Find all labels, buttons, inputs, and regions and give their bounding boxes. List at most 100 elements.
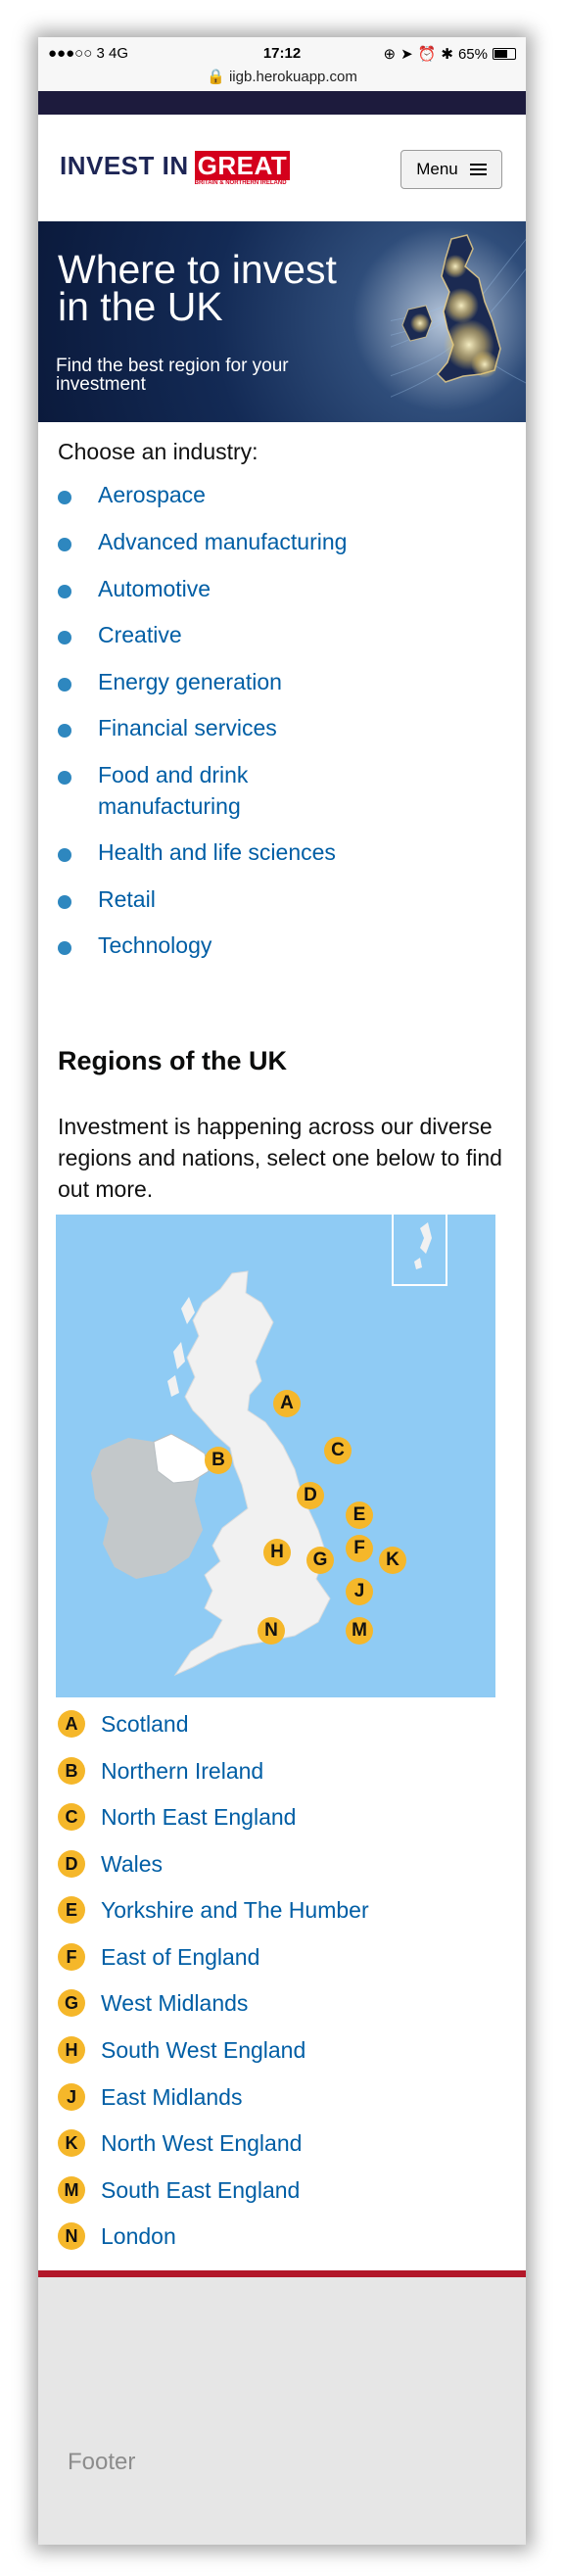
- map-marker-h[interactable]: H: [263, 1539, 291, 1566]
- bullet-icon: [58, 941, 71, 955]
- industry-item-creative[interactable]: Creative: [58, 619, 392, 650]
- bullet-icon: [58, 585, 71, 598]
- region-item-northern-ireland[interactable]: B Northern Ireland: [58, 1757, 263, 1785]
- lock-icon: 🔒: [207, 69, 225, 85]
- uk-regions-map: A B C D E F G H J K M N: [56, 1215, 495, 1697]
- map-marker-b[interactable]: B: [205, 1447, 232, 1474]
- status-bar: ●●●○○ 3 4G 17:12 ⊕ ➤ ⏰ ✱ 65% 🔒 iigb.hero…: [38, 37, 526, 91]
- region-item-london[interactable]: N London: [58, 2222, 176, 2250]
- regions-intro: Investment is happening across our diver…: [58, 1114, 502, 1202]
- hamburger-icon: [469, 163, 487, 176]
- site-footer: Footer: [38, 2277, 526, 2545]
- region-item-north-east-england[interactable]: C North East England: [58, 1803, 296, 1831]
- hero-title: Where to invest in the UK: [58, 250, 337, 327]
- region-letter-badge: E: [58, 1896, 85, 1924]
- footer-divider: [38, 2270, 526, 2277]
- region-link[interactable]: East Midlands: [101, 2084, 242, 2111]
- region-letter-badge: D: [58, 1850, 85, 1878]
- region-item-scotland[interactable]: A Scotland: [58, 1710, 189, 1738]
- region-link[interactable]: Yorkshire and The Humber: [101, 1897, 369, 1924]
- alarm-icon: ⏰: [417, 46, 437, 63]
- bullet-icon: [58, 538, 71, 551]
- region-item-north-west-england[interactable]: K North West England: [58, 2129, 302, 2157]
- industry-item-food-and-drink[interactable]: Food and drink manufacturing: [58, 759, 274, 822]
- industry-link[interactable]: Creative: [98, 619, 392, 650]
- region-link[interactable]: South East England: [101, 2177, 300, 2204]
- bullet-icon: [58, 631, 71, 644]
- rotation-lock-icon: ⊕: [383, 46, 397, 63]
- region-link[interactable]: East of England: [101, 1944, 259, 1971]
- region-item-south-east-england[interactable]: M South East England: [58, 2176, 300, 2204]
- map-marker-n[interactable]: N: [258, 1617, 285, 1645]
- industry-item-aerospace[interactable]: Aerospace: [58, 479, 392, 510]
- region-letter-badge: A: [58, 1710, 85, 1738]
- battery-icon: [493, 48, 516, 60]
- industry-link[interactable]: Aerospace: [98, 479, 392, 510]
- region-letter-badge: F: [58, 1943, 85, 1971]
- map-marker-f[interactable]: F: [346, 1535, 373, 1562]
- status-icons: ⊕ ➤ ⏰ ✱ 65%: [384, 45, 516, 63]
- industry-item-financial-services[interactable]: Financial services: [58, 712, 392, 743]
- industry-link[interactable]: Advanced manufacturing: [98, 526, 392, 557]
- map-marker-k[interactable]: K: [379, 1547, 406, 1574]
- region-link[interactable]: London: [101, 2223, 176, 2250]
- region-item-yorkshire-humber[interactable]: E Yorkshire and The Humber: [58, 1896, 369, 1924]
- hero-subtitle: Find the best region for your investment: [56, 356, 289, 395]
- map-marker-d[interactable]: D: [297, 1482, 324, 1509]
- region-link[interactable]: West Midlands: [101, 1990, 248, 2017]
- bullet-icon: [58, 895, 71, 909]
- hero-banner: Where to invest in the UK Find the best …: [38, 221, 526, 422]
- footer-label: Footer: [68, 2449, 136, 2475]
- region-letter-badge: J: [58, 2083, 85, 2111]
- region-link[interactable]: South West England: [101, 2037, 306, 2064]
- region-letter-badge: M: [58, 2176, 85, 2204]
- map-marker-e[interactable]: E: [346, 1502, 373, 1529]
- address-bar[interactable]: 🔒 iigb.herokuapp.com: [38, 68, 526, 85]
- battery-percent: 65%: [457, 45, 488, 63]
- region-letter-badge: B: [58, 1757, 85, 1785]
- industry-item-health-life-sciences[interactable]: Health and life sciences: [58, 836, 392, 868]
- site-header: INVEST IN GREAT BRITAIN & NORTHERN IRELA…: [38, 115, 526, 222]
- regions-heading: Regions of the UK: [58, 1046, 287, 1075]
- logo-invest-text: INVEST IN: [60, 151, 189, 180]
- industry-link[interactable]: Health and life sciences: [98, 836, 392, 868]
- map-marker-j[interactable]: J: [346, 1578, 373, 1605]
- map-marker-a[interactable]: A: [273, 1390, 301, 1417]
- region-link[interactable]: Scotland: [101, 1711, 189, 1738]
- region-letter-badge: G: [58, 1989, 85, 2017]
- industry-item-retail[interactable]: Retail: [58, 883, 392, 915]
- bullet-icon: [58, 678, 71, 692]
- region-item-east-of-england[interactable]: F East of England: [58, 1943, 259, 1971]
- industry-link[interactable]: Automotive: [98, 573, 392, 604]
- menu-button[interactable]: Menu: [400, 150, 502, 189]
- industry-item-technology[interactable]: Technology: [58, 930, 392, 961]
- industry-link[interactable]: Financial services: [98, 712, 392, 743]
- map-marker-m[interactable]: M: [346, 1617, 373, 1645]
- industry-link[interactable]: Energy generation: [98, 666, 392, 697]
- bullet-icon: [58, 771, 71, 785]
- bullet-icon: [58, 724, 71, 738]
- region-link[interactable]: North East England: [101, 1804, 296, 1831]
- phone-frame: ●●●○○ 3 4G 17:12 ⊕ ➤ ⏰ ✱ 65% 🔒 iigb.hero…: [38, 37, 526, 2545]
- industry-item-advanced-manufacturing[interactable]: Advanced manufacturing: [58, 526, 392, 557]
- region-link[interactable]: North West England: [101, 2130, 302, 2157]
- industry-item-energy-generation[interactable]: Energy generation: [58, 666, 392, 697]
- region-item-wales[interactable]: D Wales: [58, 1850, 163, 1878]
- region-letter-badge: H: [58, 2036, 85, 2064]
- industry-link[interactable]: Technology: [98, 930, 392, 961]
- invest-in-great-logo[interactable]: INVEST IN GREAT BRITAIN & NORTHERN IRELA…: [60, 151, 291, 186]
- region-letter-badge: C: [58, 1803, 85, 1831]
- region-link[interactable]: Northern Ireland: [101, 1758, 263, 1785]
- industry-link[interactable]: Retail: [98, 883, 392, 915]
- location-icon: ➤: [400, 46, 413, 63]
- region-item-east-midlands[interactable]: J East Midlands: [58, 2083, 242, 2111]
- industry-link[interactable]: Food and drink manufacturing: [98, 759, 274, 822]
- region-item-west-midlands[interactable]: G West Midlands: [58, 1989, 248, 2017]
- map-marker-c[interactable]: C: [324, 1437, 352, 1464]
- bullet-icon: [58, 848, 71, 862]
- region-item-south-west-england[interactable]: H South West England: [58, 2036, 306, 2064]
- region-link[interactable]: Wales: [101, 1851, 163, 1878]
- map-marker-g[interactable]: G: [306, 1547, 334, 1574]
- industry-item-automotive[interactable]: Automotive: [58, 573, 392, 604]
- bullet-icon: [58, 491, 71, 504]
